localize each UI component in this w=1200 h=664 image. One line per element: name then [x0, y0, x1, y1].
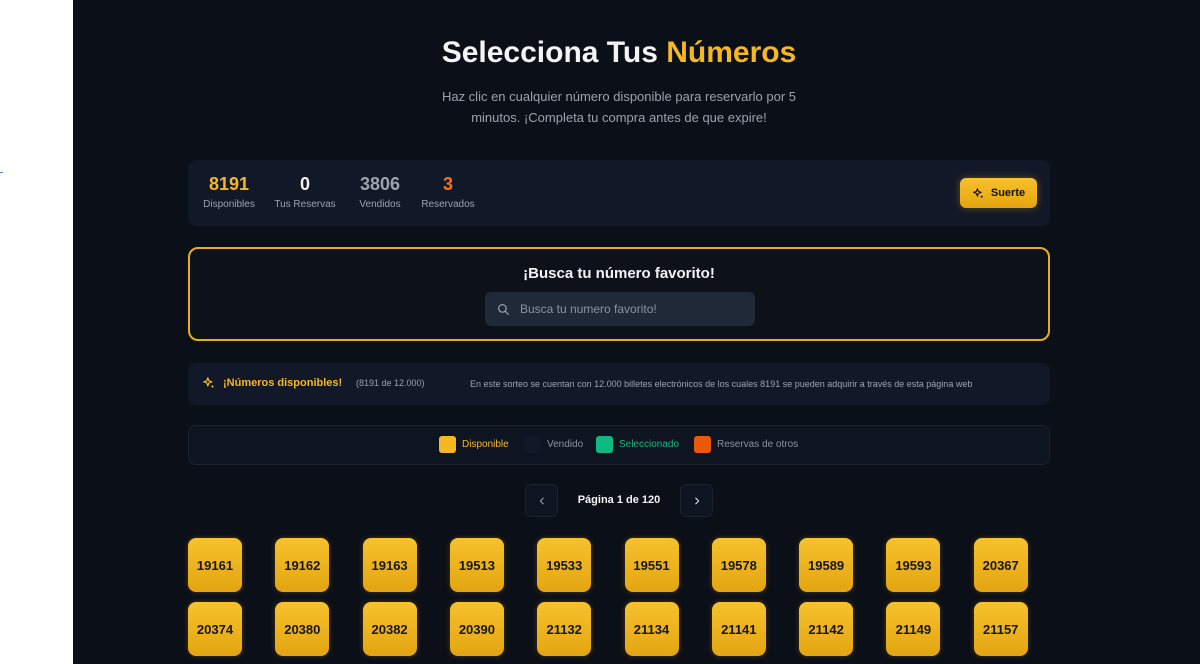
legend-label: Disponible — [462, 439, 509, 450]
ticket-number-button[interactable]: 19533 — [537, 538, 592, 592]
legend-label: Reservas de otros — [717, 439, 799, 450]
pagination: Página 1 de 120 — [525, 484, 713, 518]
availability-count: (8191 de 12.000) — [356, 378, 425, 388]
ticket-number-button[interactable]: 20390 — [449, 602, 504, 656]
ticket-number-button[interactable]: 21134 — [624, 602, 679, 656]
legend-available: Disponible — [439, 436, 509, 453]
chevron-left-icon — [539, 497, 544, 504]
ticket-number-button[interactable]: 19589 — [799, 538, 854, 592]
ticket-number-button[interactable]: 19513 — [449, 538, 504, 592]
legend-swatch — [596, 436, 613, 453]
ticket-number-button[interactable]: 20367 — [973, 538, 1028, 592]
stat-label: Disponibles — [203, 199, 255, 210]
ticket-number-button[interactable]: 19162 — [275, 538, 330, 592]
chevron-right-icon — [694, 497, 699, 504]
legend-reserved-others: Reservas de otros — [694, 436, 798, 453]
legend-label: Vendido — [547, 439, 584, 450]
page-margin — [0, 0, 73, 664]
legend-label: Seleccionado — [619, 439, 680, 450]
stat-label: Tus Reservas — [274, 199, 336, 210]
stat-value: 0 — [299, 174, 310, 194]
stat-value: 8191 — [208, 174, 250, 194]
ticket-number-button[interactable]: 21142 — [799, 602, 854, 656]
ticket-number-button[interactable]: 19161 — [188, 538, 242, 592]
availability-description: En este sorteo se cuentan con 12.000 bil… — [470, 379, 973, 389]
stat-value: 3 — [442, 174, 453, 194]
search-icon — [498, 303, 509, 315]
page-indicator: Página 1 de 120 — [577, 494, 661, 506]
prev-page-button[interactable] — [525, 484, 558, 517]
legend-swatch — [694, 436, 711, 453]
ticket-number-button[interactable]: 20380 — [275, 602, 330, 656]
ticket-number-button[interactable]: 21157 — [973, 602, 1028, 656]
stat-sold: 3806 Vendidos — [354, 174, 406, 210]
legend-sold: Vendido — [524, 436, 583, 453]
luck-button[interactable]: Suerte — [960, 178, 1037, 208]
page-subtitle: Haz clic en cualquier número disponible … — [441, 89, 797, 125]
search-input[interactable] — [520, 302, 740, 316]
title-accent: Números — [666, 36, 797, 69]
stat-label: Reservados — [421, 199, 475, 210]
stat-value: 3806 — [359, 174, 401, 194]
stat-my-reservations: 0 Tus Reservas — [272, 174, 338, 210]
stats-bar: 8191 Disponibles 0 Tus Reservas 3806 Ven… — [188, 160, 1050, 226]
ticket-number-button[interactable]: 21141 — [711, 602, 766, 656]
availability-title: ¡Números disponibles! — [223, 377, 343, 389]
ticket-number-button[interactable]: 19163 — [362, 538, 417, 592]
search-panel: ¡Busca tu número favorito! — [188, 247, 1050, 341]
legend-swatch — [439, 436, 456, 453]
stat-available: 8191 Disponibles — [201, 174, 257, 210]
luck-button-label: Suerte — [990, 187, 1026, 199]
ticket-number-button[interactable]: 19593 — [886, 538, 941, 592]
margin-marker — [0, 172, 3, 173]
search-field[interactable] — [485, 292, 755, 326]
ticket-number-button[interactable]: 19578 — [711, 538, 766, 592]
availability-info-bar: ¡Números disponibles! (8191 de 12.000) E… — [188, 363, 1050, 405]
status-legend: Disponible Vendido Seleccionado Reservas… — [188, 425, 1050, 465]
ticket-number-button[interactable]: 20374 — [188, 602, 242, 656]
ticket-number-button[interactable]: 21132 — [537, 602, 592, 656]
ticket-number-button[interactable]: 21149 — [886, 602, 941, 656]
sparkles-icon — [972, 187, 984, 198]
stat-label: Vendidos — [359, 199, 401, 210]
search-title: ¡Busca tu número favorito! — [523, 265, 715, 282]
stat-reserved: 3 Reservados — [418, 174, 478, 210]
sparkles-icon — [203, 377, 215, 389]
legend-selected: Seleccionado — [596, 436, 679, 453]
page-title: Selecciona Tus Números — [73, 36, 1165, 70]
app-container: Selecciona Tus Números Haz clic en cualq… — [73, 0, 1200, 664]
ticket-number-button[interactable]: 19551 — [624, 538, 679, 592]
ticket-number-button[interactable]: 20382 — [362, 602, 417, 656]
legend-swatch — [524, 436, 541, 453]
next-page-button[interactable] — [680, 484, 713, 517]
title-prefix: Selecciona Tus — [441, 36, 658, 69]
